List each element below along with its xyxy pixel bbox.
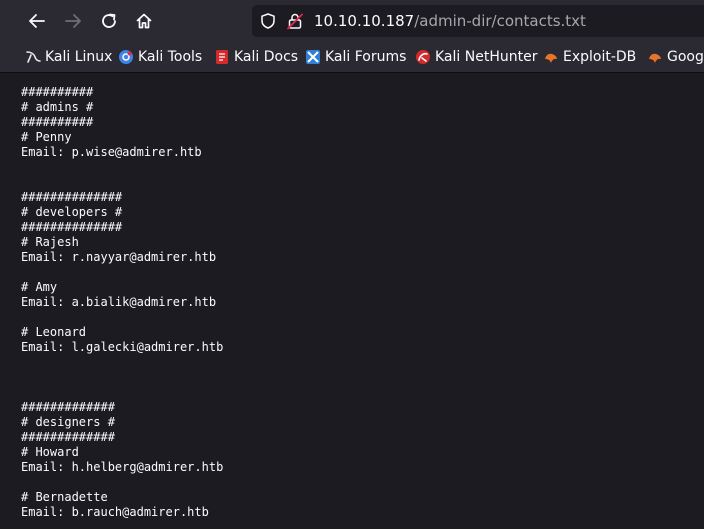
- forward-button[interactable]: [58, 6, 88, 36]
- kali-tools-icon: [119, 50, 133, 64]
- contacts-text: ########## # admins # ########## # Penny…: [21, 85, 224, 519]
- url-text[interactable]: 10.10.10.187/admin-dir/contacts.txt: [314, 5, 586, 37]
- bookmark-google-hacking-db[interactable]: Goog: [647, 42, 704, 72]
- google-hacking-db-icon: [649, 53, 661, 63]
- bookmark-kali-nethunter[interactable]: Kali NetHunter: [415, 42, 537, 72]
- kali-dragon-icon: [26, 51, 41, 63]
- bookmark-label: Kali Docs: [234, 49, 299, 65]
- url-host: 10.10.10.187: [314, 12, 415, 30]
- bookmarks-toolbar: Kali Linux Kali Tools Kali Docs Kali For…: [0, 42, 704, 73]
- kali-forums-icon: [306, 50, 320, 64]
- bookmark-label: Kali Linux: [45, 49, 113, 65]
- bookmark-label: Goog: [667, 49, 704, 65]
- exploit-db-icon: [545, 53, 557, 63]
- reload-icon: [102, 13, 116, 28]
- bookmark-kali-docs[interactable]: Kali Docs: [214, 42, 298, 72]
- kali-nethunter-icon: [416, 50, 430, 64]
- bookmark-label: Kali Tools: [138, 49, 203, 65]
- browser-toolbar: 10.10.10.187/admin-dir/contacts.txt: [0, 0, 704, 42]
- url-bar[interactable]: 10.10.10.187/admin-dir/contacts.txt: [252, 5, 704, 37]
- back-button[interactable]: [22, 6, 52, 36]
- bookmark-label: Kali Forums: [325, 49, 407, 65]
- bookmark-exploit-db[interactable]: Exploit-DB: [543, 42, 636, 72]
- home-icon: [136, 13, 152, 29]
- bookmark-kali-tools[interactable]: Kali Tools: [118, 42, 202, 72]
- insecure-lock-icon[interactable]: [286, 12, 304, 30]
- reload-button[interactable]: [94, 6, 124, 36]
- kali-docs-icon: [216, 50, 228, 64]
- bookmark-label: Exploit-DB: [563, 49, 637, 65]
- bookmark-label: Kali NetHunter: [435, 49, 538, 65]
- bookmark-kali-forums[interactable]: Kali Forums: [305, 42, 406, 72]
- shield-icon[interactable]: [259, 12, 277, 30]
- page-content: ########## # admins # ########## # Penny…: [0, 73, 704, 529]
- bookmark-kali-linux[interactable]: Kali Linux: [25, 42, 112, 72]
- arrow-left-icon: [29, 14, 45, 28]
- url-path: /admin-dir/contacts.txt: [414, 12, 586, 30]
- arrow-right-icon: [65, 14, 81, 28]
- home-button[interactable]: [129, 6, 159, 36]
